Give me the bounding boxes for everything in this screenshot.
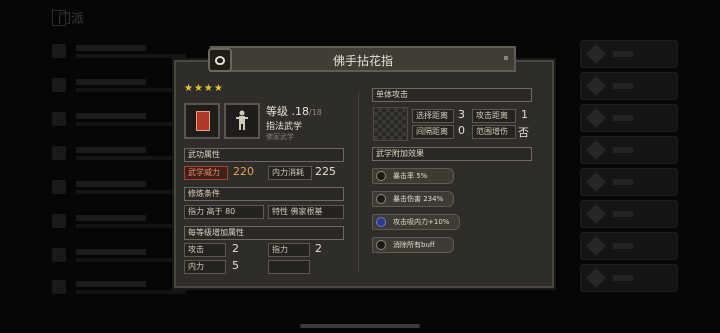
effect-item: 消除所有buff — [372, 237, 454, 253]
background-side-button[interactable] — [580, 40, 678, 68]
background-side-button[interactable] — [580, 104, 678, 132]
skill-level: 等级 .18/18 — [266, 105, 322, 118]
train-section-header: 修炼条件 — [184, 187, 344, 201]
lightning-icon — [376, 194, 386, 204]
skill-sect: 佛家武学 — [266, 133, 294, 141]
empty-slot — [268, 260, 310, 274]
attack-stat-value: 0 — [458, 124, 465, 137]
attack-stat-label: 范围增伤 — [472, 125, 516, 139]
attack-stat-value: 3 — [458, 108, 465, 121]
title-bar: 佛手拈花指 — [210, 46, 516, 72]
skill-book-icon — [184, 103, 220, 139]
home-indicator — [300, 324, 420, 328]
bag-icon[interactable] — [208, 48, 232, 72]
train-condition: 特性 佛家根基 — [268, 205, 344, 219]
skill-type: 指法武学 — [266, 122, 303, 132]
bonus-value: 2 — [232, 242, 239, 255]
background-side-button[interactable] — [580, 136, 678, 164]
attack-section-header: 单体攻击 — [372, 88, 532, 102]
background-side-button[interactable] — [580, 168, 678, 196]
bonus-value: 2 — [315, 242, 322, 255]
background-title: 门派 — [58, 12, 85, 27]
martial-artist-icon — [224, 103, 260, 139]
attack-stat-label: 攻击距离 — [472, 109, 516, 123]
effect-item: 暴击率 5% — [372, 168, 454, 184]
bonus-label: 攻击 — [184, 243, 226, 257]
level-bonus-section-header: 每等级增加属性 — [184, 226, 344, 240]
effects-section-header: 武学附加效果 — [372, 147, 532, 161]
attr-label: 内力消耗 — [268, 166, 312, 180]
attack-stat-label: 间隔距离 — [412, 125, 454, 139]
column-divider — [358, 92, 359, 272]
attr-value: 225 — [315, 165, 336, 178]
figure-icon — [236, 110, 248, 130]
star-rating: ★★★★ — [184, 83, 224, 94]
bonus-label: 内力 — [184, 260, 226, 274]
background-side-button[interactable] — [580, 232, 678, 260]
train-condition: 指力 高于 80 — [184, 205, 264, 219]
bonus-value: 5 — [232, 259, 239, 272]
background-side-button[interactable] — [580, 72, 678, 100]
background-side-button[interactable] — [580, 200, 678, 228]
cleanse-icon — [376, 240, 386, 250]
attr-section-header: 武功属性 — [184, 148, 344, 162]
skill-range-icon — [373, 107, 408, 141]
attack-stat-value: 1 — [521, 108, 528, 121]
lightning-icon — [376, 171, 386, 181]
bonus-label: 指力 — [268, 243, 310, 257]
orb-icon — [376, 217, 386, 227]
attack-stat-label: 选择距离 — [412, 109, 454, 123]
effect-item: 暴击伤害 234% — [372, 191, 454, 207]
background-side-button[interactable] — [580, 264, 678, 292]
skill-name: 佛手拈花指 — [332, 54, 393, 68]
attr-value: 220 — [233, 165, 254, 178]
effect-item: 攻击吸内力+10% — [372, 214, 460, 230]
attr-label: 武学威力 — [184, 166, 228, 180]
attack-stat-value: 否 — [518, 126, 529, 139]
